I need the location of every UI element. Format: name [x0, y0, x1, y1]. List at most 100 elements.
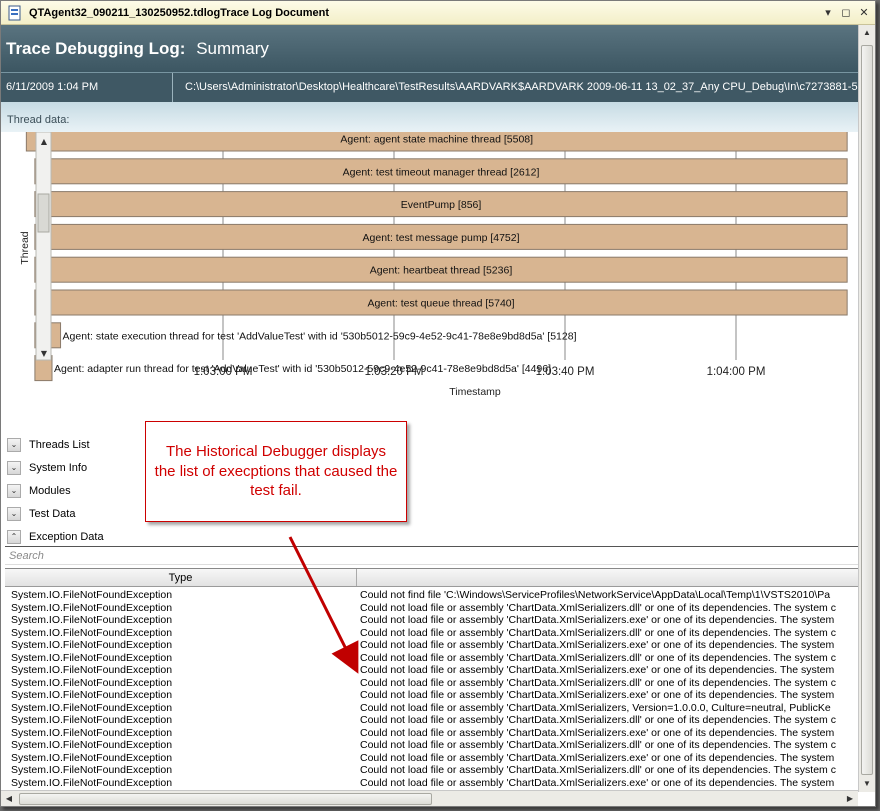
- table-row[interactable]: System.IO.FileNotFoundException Could not…: [5, 689, 858, 702]
- scroll-up-icon: ▲: [41, 137, 48, 146]
- thread-data-label: Thread data:: [1, 102, 858, 132]
- scroll-thumb[interactable]: [861, 45, 873, 775]
- exception-message-cell: Could not load file or assembly 'ChartDa…: [360, 714, 836, 726]
- thread-bar-label: Agent: test queue thread [5740]: [367, 298, 514, 310]
- chevron-down-icon[interactable]: ⌄: [7, 460, 21, 475]
- info-bar: 6/11/2009 1:04 PM C:\Users\Administrator…: [1, 72, 858, 102]
- log-path: C:\Users\Administrator\Desktop\Healthcar…: [185, 81, 858, 93]
- table-row[interactable]: System.IO.FileNotFoundException Could not…: [5, 627, 858, 640]
- table-row[interactable]: System.IO.FileNotFoundException Could not…: [5, 714, 858, 727]
- exception-type-cell: System.IO.FileNotFoundException: [11, 739, 173, 751]
- y-axis-label: Thread: [19, 231, 31, 264]
- close-icon[interactable]: ✕: [857, 6, 871, 20]
- exception-type-cell: System.IO.FileNotFoundException: [11, 651, 173, 664]
- thread-chart-svg: Agent: agent state machine thread [5508]…: [19, 132, 848, 398]
- document-icon: [8, 5, 21, 20]
- exception-type-cell: System.IO.FileNotFoundException: [11, 689, 173, 701]
- scroll-down-icon[interactable]: ▼: [859, 776, 875, 792]
- vertical-scrollbar[interactable]: ▲ ▼: [858, 25, 875, 792]
- window-title: QTAgent32_090211_130250952.tdlogTrace Lo…: [29, 6, 329, 19]
- exception-message-cell: Could not load file or assembly 'ChartDa…: [360, 739, 836, 751]
- thread-scrollbar: [35, 132, 52, 361]
- exception-type-cell: System.IO.FileNotFoundException: [11, 639, 173, 651]
- thread-scroll-thumb: [37, 193, 50, 233]
- exception-type-cell: System.IO.FileNotFoundException: [11, 589, 173, 601]
- exception-message-cell: Could not load file or assembly 'ChartDa…: [360, 776, 835, 789]
- exception-message-cell: Could not load file or assembly 'ChartDa…: [360, 601, 836, 614]
- table-row[interactable]: System.IO.FileNotFoundException Could not…: [5, 677, 858, 690]
- thread-bar-label: EventPump [856]: [401, 199, 482, 211]
- scroll-right-icon[interactable]: ▶: [842, 791, 858, 806]
- scroll-down-icon: ▼: [41, 349, 48, 358]
- exception-message-cell: Could not load file or assembly 'ChartDa…: [360, 626, 836, 639]
- exception-type-cell: System.IO.FileNotFoundException: [11, 626, 173, 639]
- scroll-left-icon[interactable]: ◀: [1, 791, 17, 806]
- exception-message-cell: Could not load file or assembly 'ChartDa…: [360, 664, 835, 676]
- exception-message-cell: Could not load file or assembly 'ChartDa…: [360, 676, 836, 689]
- page-header: Trace Debugging Log: Summary: [1, 25, 858, 72]
- title-bar: QTAgent32_090211_130250952.tdlogTrace Lo…: [1, 1, 875, 25]
- x-axis-label: Timestamp: [449, 386, 501, 398]
- search-input[interactable]: Search: [5, 546, 858, 565]
- table-row[interactable]: System.IO.FileNotFoundException Could not…: [5, 664, 858, 677]
- section-test-data[interactable]: ⌄ Test Data: [1, 502, 858, 525]
- chevron-down-icon[interactable]: ⌄: [7, 483, 21, 498]
- table-row[interactable]: System.IO.FileNotFoundException Could not…: [5, 752, 858, 765]
- log-date: 6/11/2009 1:04 PM: [1, 73, 173, 102]
- section-label: Exception Data: [29, 530, 104, 543]
- table-row[interactable]: System.IO.FileNotFoundException Could not…: [5, 739, 858, 752]
- exception-message-cell: Could not load file or assembly 'ChartDa…: [360, 689, 835, 701]
- exception-message-cell: Could not load file or assembly 'ChartDa…: [360, 701, 831, 714]
- chevron-down-icon[interactable]: ⌄: [7, 437, 21, 452]
- exception-type-cell: System.IO.FileNotFoundException: [11, 614, 173, 626]
- annotation-callout: The Historical Debugger displays the lis…: [145, 421, 407, 522]
- table-row[interactable]: System.IO.FileNotFoundException Could not…: [5, 652, 858, 665]
- trace-log-window: QTAgent32_090211_130250952.tdlogTrace Lo…: [0, 0, 876, 807]
- scroll-up-icon[interactable]: ▲: [859, 25, 875, 41]
- scroll-thumb[interactable]: [19, 793, 432, 805]
- column-header-message[interactable]: [357, 569, 858, 586]
- exception-type-cell: System.IO.FileNotFoundException: [11, 764, 173, 776]
- section-list: ⌄ Threads List ⌄ System Info ⌄ Modules ⌄…: [1, 433, 858, 548]
- exception-message-cell: Could not find file 'C:\Windows\ServiceP…: [360, 589, 831, 601]
- table-row[interactable]: System.IO.FileNotFoundException Could not…: [5, 777, 858, 790]
- section-modules[interactable]: ⌄ Modules: [1, 479, 858, 502]
- exception-type-cell: System.IO.FileNotFoundException: [11, 714, 173, 726]
- exception-message-cell: Could not load file or assembly 'ChartDa…: [360, 764, 836, 776]
- chevron-up-icon[interactable]: ⌃: [7, 529, 21, 544]
- exception-grid-header: Type: [5, 568, 858, 587]
- exception-message-cell: Could not load file or assembly 'ChartDa…: [360, 751, 835, 764]
- table-row[interactable]: System.IO.FileNotFoundException Could not…: [5, 702, 858, 715]
- thread-bar-label: Agent: state execution thread for test '…: [63, 330, 577, 342]
- table-row[interactable]: System.IO.FileNotFoundException Could not…: [5, 602, 858, 615]
- section-threads-list[interactable]: ⌄ Threads List: [1, 433, 858, 456]
- thread-bar-label: Agent: adapter run thread for test 'AddV…: [54, 363, 551, 375]
- exception-type-cell: System.IO.FileNotFoundException: [11, 676, 173, 689]
- restore-icon[interactable]: ◻: [839, 6, 853, 20]
- table-row[interactable]: System.IO.FileNotFoundException Could not…: [5, 589, 858, 602]
- table-row[interactable]: System.IO.FileNotFoundException Could not…: [5, 639, 858, 652]
- table-row[interactable]: System.IO.FileNotFoundException Could not…: [5, 764, 858, 777]
- page-subtitle: Summary: [196, 39, 269, 58]
- section-label: System Info: [29, 461, 88, 474]
- exception-message-cell: Could not load file or assembly 'ChartDa…: [360, 639, 835, 651]
- thread-bar-label: Agent: test timeout manager thread [2612…: [343, 166, 540, 178]
- x-tick-label: 1:03:00 PM: [194, 366, 253, 378]
- exception-type-cell: System.IO.FileNotFoundException: [11, 701, 173, 714]
- thread-bar-label: Agent: heartbeat thread [5236]: [370, 265, 513, 277]
- column-header-type[interactable]: Type: [5, 569, 357, 586]
- exception-type-cell: System.IO.FileNotFoundException: [11, 664, 173, 676]
- section-label: Threads List: [29, 438, 90, 451]
- section-exception-data[interactable]: ⌃ Exception Data: [1, 525, 858, 548]
- section-label: Modules: [29, 484, 71, 497]
- horizontal-scrollbar[interactable]: ◀ ▶: [1, 790, 858, 806]
- thread-bar-label: Agent: test message pump [4752]: [363, 232, 520, 244]
- table-row[interactable]: System.IO.FileNotFoundException Could not…: [5, 614, 858, 627]
- table-row[interactable]: System.IO.FileNotFoundException Could not…: [5, 727, 858, 740]
- chevron-down-icon[interactable]: ⌄: [7, 506, 21, 521]
- exception-message-cell: Could not load file or assembly 'ChartDa…: [360, 614, 835, 626]
- section-system-info[interactable]: ⌄ System Info: [1, 456, 858, 479]
- minimize-icon[interactable]: ▾: [821, 6, 835, 20]
- thread-timeline-chart: Agent: agent state machine thread [5508]…: [1, 132, 858, 402]
- x-tick-label: 1:04:00 PM: [707, 366, 766, 378]
